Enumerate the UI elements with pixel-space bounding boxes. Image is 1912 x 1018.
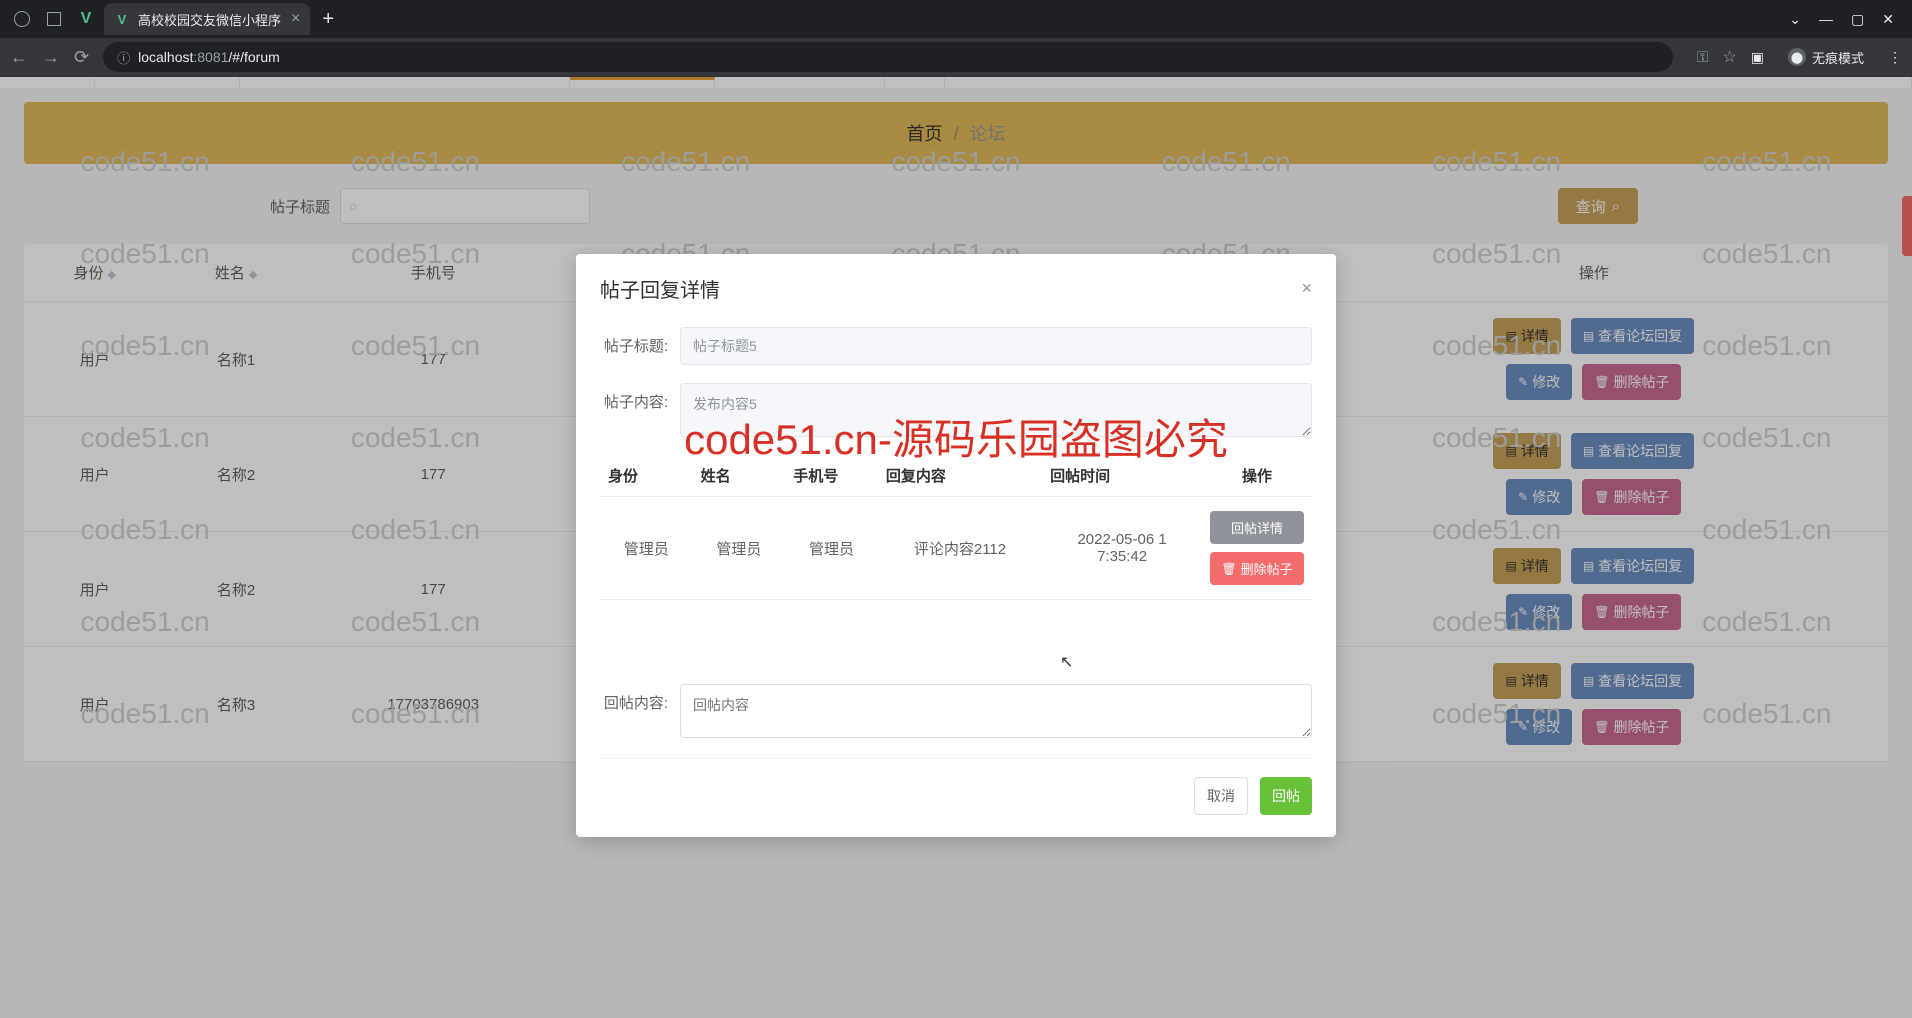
- reply-content-input[interactable]: [680, 684, 1312, 738]
- ith-ops: 操作: [1202, 455, 1312, 497]
- field-post-title: [680, 327, 1312, 365]
- field-post-content: 发布内容5: [680, 383, 1312, 437]
- reply-phone: 管理员: [785, 497, 878, 600]
- cancel-button[interactable]: 取消: [1194, 777, 1248, 815]
- submit-reply-button[interactable]: 回帖: [1260, 777, 1312, 815]
- reply-content: 评论内容2112: [878, 497, 1042, 600]
- incognito-icon: ⬤: [1788, 48, 1806, 66]
- reply-detail-modal: 帖子回复详情 × 帖子标题: 帖子内容: 发布内容5 身份 姓名 手机号 回复内…: [576, 254, 1336, 837]
- browser-menu-icon[interactable]: ⋮: [1888, 49, 1902, 66]
- tab-title: 高校校园交友微信小程序: [138, 10, 281, 29]
- field-label-post-title: 帖子标题:: [600, 327, 680, 356]
- tab-control-icon[interactable]: [40, 5, 68, 33]
- chevron-down-icon[interactable]: ⌄: [1789, 11, 1801, 28]
- modal-title: 帖子回复详情: [600, 274, 720, 303]
- reply-time: 2022-05-06 17:35:42: [1042, 497, 1202, 600]
- address-bar: ← → ⟳ ⓘ localhost:8081/#/forum ⚿ ☆ ▣ ⬤ 无…: [0, 38, 1912, 76]
- nav-reload-icon[interactable]: ⟳: [74, 47, 89, 68]
- tab-control-icon[interactable]: [8, 5, 36, 33]
- reply-delete-button[interactable]: 删除帖子: [1210, 552, 1304, 585]
- incognito-label: 无痕模式: [1812, 48, 1864, 67]
- window-controls: ⌄ — ▢ ✕: [1779, 11, 1904, 28]
- reply-list-table: 身份 姓名 手机号 回复内容 回帖时间 操作 管理员 管理员 管理员 评论内容2…: [600, 455, 1312, 600]
- page-content: code51.cncode51.cncode51.cncode51.cncode…: [0, 76, 1912, 1018]
- ith-role: 身份: [600, 455, 693, 497]
- url-path: /#/forum: [228, 49, 279, 65]
- tab-close-icon[interactable]: ×: [281, 10, 300, 28]
- url-host: localhost: [138, 49, 193, 65]
- site-info-icon[interactable]: ⓘ: [117, 48, 130, 67]
- ith-phone: 手机号: [785, 455, 878, 497]
- browser-tab[interactable]: V 高校校园交友微信小程序 ×: [104, 3, 310, 35]
- nav-back-icon[interactable]: ←: [10, 47, 28, 68]
- vue-favicon-icon: V: [114, 11, 130, 27]
- new-tab-button[interactable]: +: [310, 8, 346, 31]
- reply-detail-button[interactable]: 回帖详情: [1210, 511, 1304, 544]
- window-minimize-icon[interactable]: —: [1819, 11, 1833, 28]
- reply-row: 管理员 管理员 管理员 评论内容2112 2022-05-06 17:35:42…: [600, 497, 1312, 600]
- url-input[interactable]: ⓘ localhost:8081/#/forum: [103, 42, 1673, 72]
- window-close-icon[interactable]: ✕: [1882, 11, 1894, 28]
- url-port: :8081: [193, 49, 228, 65]
- tab-control-vue-icon: V: [72, 5, 100, 33]
- browser-titlebar: V V 高校校园交友微信小程序 × + ⌄ — ▢ ✕: [0, 0, 1912, 38]
- ith-name: 姓名: [693, 455, 786, 497]
- tab-strip: V V 高校校园交友微信小程序 × +: [8, 0, 1779, 38]
- incognito-badge: ⬤ 无痕模式: [1778, 44, 1874, 71]
- extensions-icon[interactable]: ▣: [1751, 49, 1764, 66]
- reply-role: 管理员: [600, 497, 693, 600]
- modal-close-icon[interactable]: ×: [1301, 278, 1312, 299]
- key-icon[interactable]: ⚿: [1697, 49, 1708, 66]
- ith-content: 回复内容: [878, 455, 1042, 497]
- field-label-post-content: 帖子内容:: [600, 383, 680, 412]
- reply-name: 管理员: [693, 497, 786, 600]
- window-maximize-icon[interactable]: ▢: [1851, 11, 1864, 28]
- bookmark-star-icon[interactable]: ☆: [1722, 47, 1736, 67]
- ith-time: 回帖时间: [1042, 455, 1202, 497]
- nav-forward-icon[interactable]: →: [42, 47, 60, 68]
- field-label-reply: 回帖内容:: [600, 684, 680, 713]
